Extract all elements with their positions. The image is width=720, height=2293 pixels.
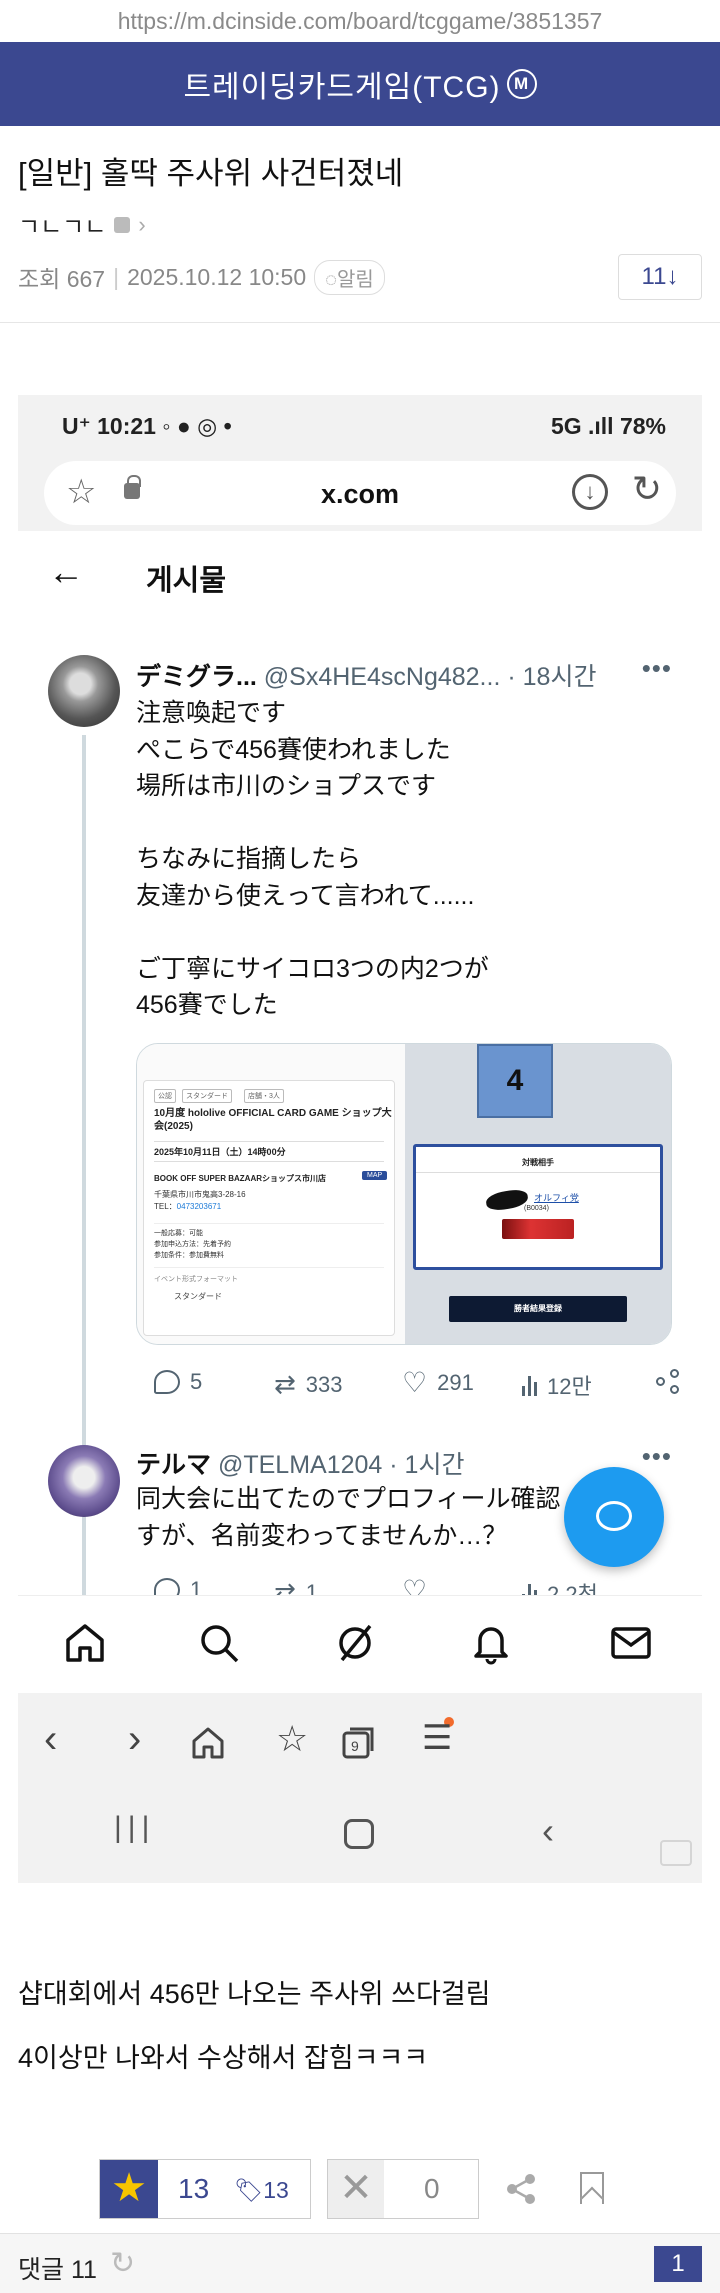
- bookmark-star-icon: ☆: [276, 1718, 309, 1759]
- heart-icon: ♡: [402, 1577, 428, 1595]
- post-meta: 조회 667 | 2025.10.12 10:50 ◌알림 11↓: [0, 254, 720, 300]
- refresh-icon[interactable]: ↻: [110, 2246, 135, 2281]
- reply-icon: [154, 1370, 180, 1394]
- bookmark-icon[interactable]: [580, 2172, 604, 2204]
- recommend-count: 13: [178, 2173, 210, 2204]
- menu-icon: ☰: [422, 1719, 453, 1757]
- status-right: 5G .ıll 78%: [550, 413, 666, 439]
- comment-count-label: 댓글 11: [18, 2256, 97, 2284]
- gallery-name: 트레이딩카드게임(TCG): [183, 71, 501, 104]
- minor-gallery-badge: M: [506, 69, 537, 99]
- recents-icon: |||: [114, 1811, 156, 1844]
- avatar: [48, 1445, 120, 1517]
- header-divider: [0, 322, 720, 323]
- post-title: [일반] 홀딱 주사위 사건터졌네: [18, 156, 404, 191]
- view-count: 조회 667: [18, 266, 106, 292]
- home-icon: [192, 1727, 224, 1759]
- jump-to-comments-button[interactable]: 11↓: [618, 254, 702, 300]
- back-icon: ‹: [44, 1717, 58, 1761]
- opponent-panel: 対戦相手 オルフィ党 (B0034): [413, 1144, 663, 1270]
- redaction-scribble: [484, 1188, 530, 1212]
- retweet-icon: ⇄: [274, 1577, 296, 1595]
- star-icon: ★: [100, 2160, 158, 2218]
- match-card: 4 対戦相手 オルフィ党 (B0034) 勝者結果登録: [405, 1044, 671, 1344]
- post-body-line: 4이상만 나와서 수상해서 잡힘ㅋㅋㅋ: [18, 2043, 429, 2073]
- phone-status-bar: U⁺ 10:21 ◦ ● ◎ • 5G .ıll 78%: [18, 395, 702, 457]
- close-icon: ✕: [328, 2160, 384, 2218]
- fixed-recommend-count: 🏷13: [234, 2177, 289, 2203]
- avatar: [48, 655, 120, 727]
- comment-page-button[interactable]: 1: [654, 2246, 702, 2282]
- views-icon: [522, 1374, 537, 1396]
- phone-address-bar: ☆ x.com ↓ ↻: [18, 457, 702, 531]
- chat-icon[interactable]: [660, 1840, 692, 1866]
- tweet-text: 注意喚起です ぺこらで456賽使われました 場所は市川のショプスです ちなみに指…: [136, 699, 489, 1019]
- mail-icon: [611, 1627, 651, 1659]
- share-icon[interactable]: [504, 2172, 538, 2206]
- forward-icon: ›: [128, 1717, 142, 1761]
- retweet-icon: ⇄: [274, 1369, 296, 1399]
- x-bottom-nav: [18, 1595, 702, 1693]
- home-icon: [66, 1624, 104, 1662]
- grok-icon: [339, 1624, 372, 1662]
- bell-icon: ◌: [325, 268, 338, 291]
- tweet-actions: 1 ⇄ 1 ♡ 2.2천: [136, 1577, 676, 1595]
- gallery-header[interactable]: 트레이딩카드게임(TCG) M: [0, 42, 720, 126]
- more-icon: •••: [641, 1441, 672, 1471]
- back-nav-icon: ‹: [542, 1810, 554, 1851]
- tweet-media: 公認 スタンダード 店舗・3人 10月度 hololive OFFICIAL C…: [136, 1043, 672, 1345]
- x-post-header: ← 게시물: [18, 531, 702, 621]
- home-button-icon: [344, 1819, 374, 1849]
- phone-url-pill: ☆ x.com ↓ ↻: [44, 461, 676, 525]
- tweet-actions: 5 ⇄ 333 ♡ 291 12만: [136, 1367, 679, 1405]
- compose-reply-fab: [564, 1467, 664, 1567]
- recommend-button[interactable]: ★ 13 🏷13: [99, 2159, 311, 2219]
- url-text: https://m.dcinside.com/board/tcggame/385…: [117, 7, 603, 34]
- download-icon: ↓: [572, 474, 608, 510]
- share-icon: [656, 1369, 682, 1395]
- views-icon: [522, 1582, 537, 1595]
- post-body-line: 샵대회에서 456만 나오는 주사위 쓰다걸림: [18, 1979, 491, 2009]
- meta-separator: |: [113, 263, 120, 290]
- not-recommend-button[interactable]: ✕ 0: [327, 2159, 479, 2219]
- opponent-badge: [502, 1219, 574, 1239]
- android-nav-bar: ||| ‹: [18, 1791, 702, 1883]
- post-datetime: 2025.10.12 10:50: [127, 263, 307, 290]
- tweet-text: 同大会に出てたのでプロフィール確認 すが、名前変わってませんか…？: [136, 1485, 561, 1550]
- embedded-screenshot: U⁺ 10:21 ◦ ● ◎ • 5G .ıll 78% ☆ x.com ↓ ↻…: [18, 395, 702, 1883]
- not-recommend-count: 0: [424, 2173, 440, 2204]
- tweet-author: デミグラ... @Sx4HE4scNg482... · 18시간: [136, 663, 597, 691]
- chat-bubble-icon: [596, 1501, 632, 1531]
- address-bar[interactable]: https://m.dcinside.com/board/tcggame/385…: [0, 0, 720, 42]
- bell-icon: [474, 1627, 508, 1665]
- member-level-icon: [114, 216, 131, 233]
- dice-result: 4: [477, 1044, 553, 1118]
- tweet-author: テルマ @TELMA1204 · 1시간: [136, 1451, 465, 1479]
- search-icon: [201, 1625, 239, 1663]
- heart-icon: ♡: [402, 1367, 428, 1398]
- chevron-right-icon: ›: [138, 211, 146, 237]
- reply-icon: [154, 1578, 180, 1595]
- phone-browser-toolbar: ‹ › ☆ 9 ☰: [18, 1693, 702, 1791]
- alarm-label: 알림: [337, 268, 374, 291]
- back-arrow-icon: ←: [48, 551, 84, 592]
- x-header-title: 게시물: [146, 565, 227, 597]
- svg-text:9: 9: [351, 1738, 359, 1754]
- comment-bar: 댓글 11 ↻ 1: [0, 2233, 720, 2293]
- more-icon: •••: [641, 653, 672, 683]
- post-author[interactable]: ㄱㄴㄱㄴ ›: [0, 193, 720, 242]
- author-name: ㄱㄴㄱㄴ: [18, 214, 107, 241]
- event-info-card: 公認 スタンダード 店舗・3人 10月度 hololive OFFICIAL C…: [137, 1044, 405, 1344]
- reload-icon: ↻: [631, 468, 662, 509]
- alarm-button[interactable]: ◌알림: [314, 259, 385, 295]
- status-left: U⁺ 10:21 ◦ ● ◎ •: [62, 413, 232, 439]
- tabs-icon: 9: [342, 1727, 374, 1759]
